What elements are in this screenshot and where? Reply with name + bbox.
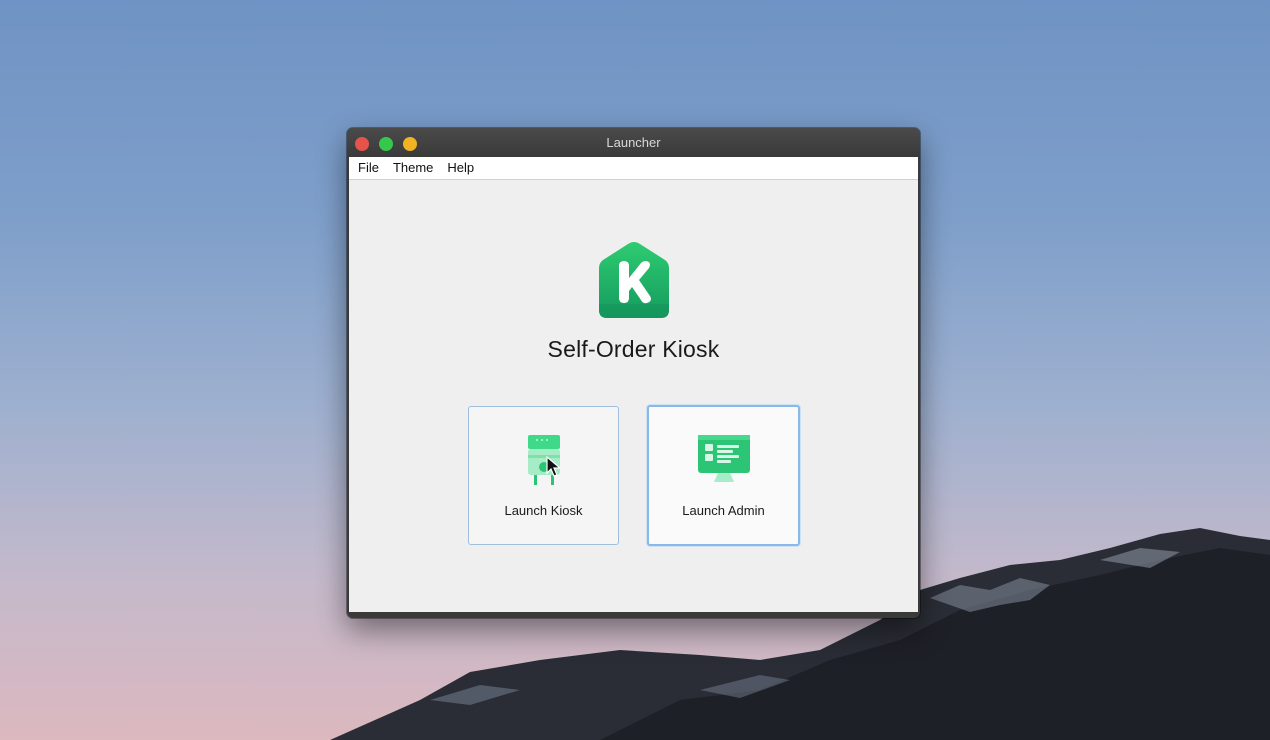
app-title: Self-Order Kiosk [547, 336, 720, 362]
menu-file[interactable]: File [353, 157, 384, 179]
launcher-content: Self-Order Kiosk Launch Kiosk Launch Adm… [349, 180, 918, 612]
admin-monitor-icon [697, 435, 750, 482]
mouse-cursor-icon [546, 456, 562, 477]
menu-help[interactable]: Help [442, 157, 479, 179]
menu-bar: File Theme Help [349, 157, 918, 180]
app-logo-icon [599, 242, 669, 318]
window-title: Launcher [606, 135, 661, 150]
launch-admin-button[interactable]: Launch Admin [647, 405, 800, 546]
title-bar[interactable]: Launcher [347, 128, 920, 157]
launcher-window: Launcher File Theme Help Self-Order Kiosk [347, 128, 920, 618]
launch-kiosk-label: Launch Kiosk [504, 503, 583, 518]
launch-kiosk-button[interactable]: Launch Kiosk [468, 406, 619, 545]
launch-admin-label: Launch Admin [682, 503, 765, 518]
menu-theme[interactable]: Theme [388, 157, 438, 179]
